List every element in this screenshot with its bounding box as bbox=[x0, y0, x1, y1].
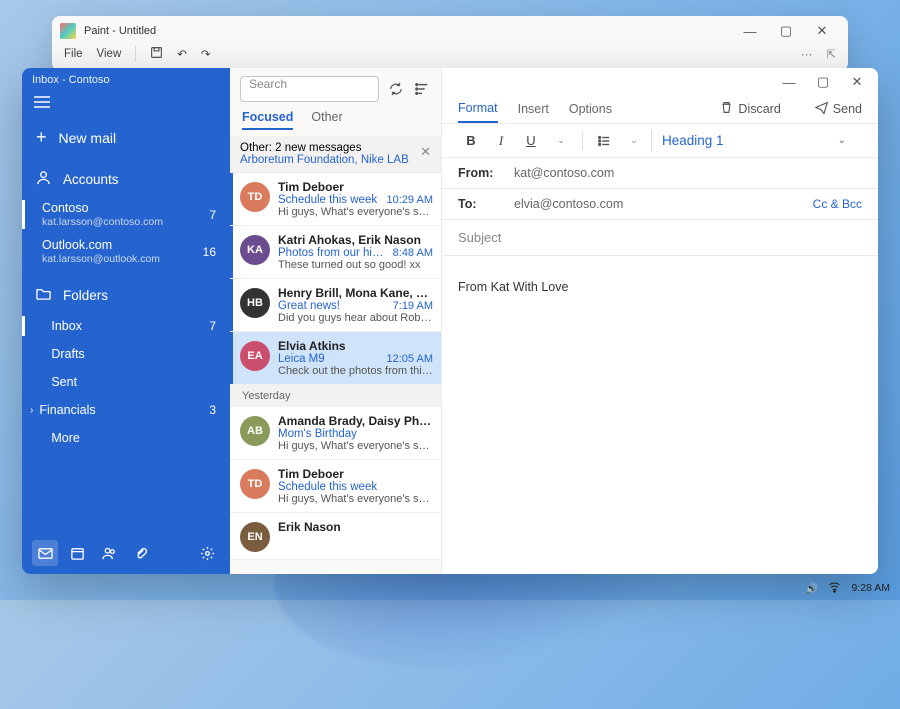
hamburger-icon[interactable] bbox=[22, 90, 230, 119]
to-field[interactable]: To: elvia@contoso.com Cc & Bcc bbox=[442, 189, 878, 220]
avatar: AB bbox=[240, 416, 270, 446]
subject-input[interactable]: Subject bbox=[442, 220, 878, 256]
new-mail-button[interactable]: + New mail bbox=[22, 119, 230, 162]
avatar: EA bbox=[240, 341, 270, 371]
paint-app-icon bbox=[60, 23, 76, 39]
tab-focused[interactable]: Focused bbox=[242, 110, 293, 130]
message-item[interactable]: KA Katri Ahokas, Erik Nason Photos from … bbox=[230, 226, 441, 279]
avatar: TD bbox=[240, 469, 270, 499]
heading-select[interactable]: Heading 1 ⌄ bbox=[651, 130, 862, 152]
bullets-icon[interactable] bbox=[591, 128, 617, 154]
message-item[interactable]: TD Tim Deboer Schedule this week Hi guys… bbox=[230, 460, 441, 513]
account-item[interactable]: Outlook.comkat.larsson@outlook.com16 bbox=[22, 233, 230, 270]
compose-pane: — ▢ ✕ Format Insert Options Discard Send… bbox=[442, 68, 878, 574]
close-button[interactable]: ✕ bbox=[840, 70, 874, 94]
clock[interactable]: 9:28 AM bbox=[851, 582, 890, 594]
menu-view[interactable]: View bbox=[97, 48, 122, 60]
undo-icon[interactable]: ↶ bbox=[177, 47, 187, 61]
account-item[interactable]: Contosokat.larsson@contoso.com7 bbox=[22, 196, 230, 233]
taskbar: 🔊 9:28 AM bbox=[805, 580, 890, 596]
message-list-pane: Search Focused Other Other: 2 new messag… bbox=[230, 68, 442, 574]
sidebar-bottom-nav bbox=[22, 532, 230, 574]
plus-icon: + bbox=[36, 127, 47, 148]
avatar: TD bbox=[240, 182, 270, 212]
send-button[interactable]: Send bbox=[815, 101, 862, 117]
italic-button[interactable]: I bbox=[488, 128, 514, 154]
folder-item[interactable]: ›Inbox7 bbox=[22, 312, 230, 340]
save-icon[interactable] bbox=[150, 46, 163, 62]
folders-header[interactable]: Folders bbox=[22, 278, 230, 312]
send-icon bbox=[815, 101, 828, 117]
speaker-icon[interactable]: 🔊 bbox=[805, 582, 818, 595]
tab-options[interactable]: Options bbox=[569, 102, 612, 116]
avatar: EN bbox=[240, 522, 270, 552]
folder-item[interactable]: ›Financials3 bbox=[22, 396, 230, 424]
cc-bcc-toggle[interactable]: Cc & Bcc bbox=[813, 197, 862, 211]
search-input[interactable]: Search bbox=[240, 76, 379, 102]
mail-window-title: Inbox - Contoso bbox=[22, 68, 230, 90]
person-icon bbox=[36, 170, 51, 188]
folder-item[interactable]: ›More bbox=[22, 424, 230, 452]
minimize-button[interactable]: — bbox=[772, 70, 806, 94]
more-icon[interactable]: ⋯ bbox=[801, 47, 813, 61]
close-button[interactable]: ✕ bbox=[804, 17, 840, 45]
folder-item[interactable]: ›Sent bbox=[22, 368, 230, 396]
menu-file[interactable]: File bbox=[64, 48, 83, 60]
compose-body[interactable]: From Kat With Love bbox=[442, 256, 878, 318]
bold-button[interactable]: B bbox=[458, 128, 484, 154]
tab-format[interactable]: Format bbox=[458, 94, 498, 123]
mail-window: Inbox - Contoso + New mail Accounts Cont… bbox=[22, 68, 878, 574]
paint-window: Paint - Untitled — ▢ ✕ File View ↶ ↷ ⋯ ⇱ bbox=[52, 16, 848, 71]
other-messages-banner[interactable]: Other: 2 new messages Arboretum Foundati… bbox=[230, 136, 441, 173]
redo-icon[interactable]: ↷ bbox=[201, 47, 211, 61]
date-separator: Yesterday bbox=[230, 385, 441, 407]
maximize-button[interactable]: ▢ bbox=[768, 17, 804, 45]
accounts-header[interactable]: Accounts bbox=[22, 162, 230, 196]
share-icon[interactable]: ⇱ bbox=[826, 47, 836, 61]
sidebar: Inbox - Contoso + New mail Accounts Cont… bbox=[22, 68, 230, 574]
refresh-icon[interactable] bbox=[387, 80, 405, 98]
mail-icon[interactable] bbox=[32, 540, 58, 566]
calendar-icon[interactable] bbox=[64, 540, 90, 566]
trash-icon bbox=[720, 101, 733, 117]
paint-toolbar: File View ↶ ↷ ⋯ ⇱ bbox=[52, 46, 848, 62]
bullets-dropdown-icon[interactable]: ⌄ bbox=[621, 128, 647, 154]
close-banner-icon[interactable]: ✕ bbox=[420, 144, 431, 160]
avatar: KA bbox=[240, 235, 270, 265]
folder-item[interactable]: ›Drafts bbox=[22, 340, 230, 368]
underline-button[interactable]: U bbox=[518, 128, 544, 154]
folder-icon bbox=[36, 286, 51, 304]
message-item[interactable]: AB Amanda Brady, Daisy Phillips Mom's Bi… bbox=[230, 407, 441, 460]
message-item[interactable]: TD Tim Deboer Schedule this week10:29 AM… bbox=[230, 173, 441, 226]
format-toolbar: B I U ⌄ ⌄ Heading 1 ⌄ bbox=[442, 124, 878, 158]
paint-title: Paint - Untitled bbox=[84, 25, 732, 37]
wifi-icon[interactable] bbox=[828, 580, 841, 596]
filter-icon[interactable] bbox=[413, 80, 431, 98]
tab-other[interactable]: Other bbox=[311, 110, 342, 130]
discard-button[interactable]: Discard bbox=[720, 101, 780, 117]
chevron-down-icon: ⌄ bbox=[838, 135, 846, 146]
attachment-icon[interactable] bbox=[128, 540, 154, 566]
chevron-right-icon: › bbox=[30, 405, 33, 416]
message-item[interactable]: HB Henry Brill, Mona Kane, Cecil Fo Grea… bbox=[230, 279, 441, 332]
message-item[interactable]: EA Elvia Atkins Leica M912:05 AM Check o… bbox=[230, 332, 441, 385]
avatar: HB bbox=[240, 288, 270, 318]
maximize-button[interactable]: ▢ bbox=[806, 70, 840, 94]
people-icon[interactable] bbox=[96, 540, 122, 566]
message-item[interactable]: EN Erik Nason bbox=[230, 513, 441, 560]
from-field[interactable]: From: kat@contoso.com bbox=[442, 158, 878, 189]
tab-insert[interactable]: Insert bbox=[518, 102, 549, 116]
font-dropdown-icon[interactable]: ⌄ bbox=[548, 128, 574, 154]
minimize-button[interactable]: — bbox=[732, 17, 768, 45]
settings-icon[interactable] bbox=[194, 540, 220, 566]
